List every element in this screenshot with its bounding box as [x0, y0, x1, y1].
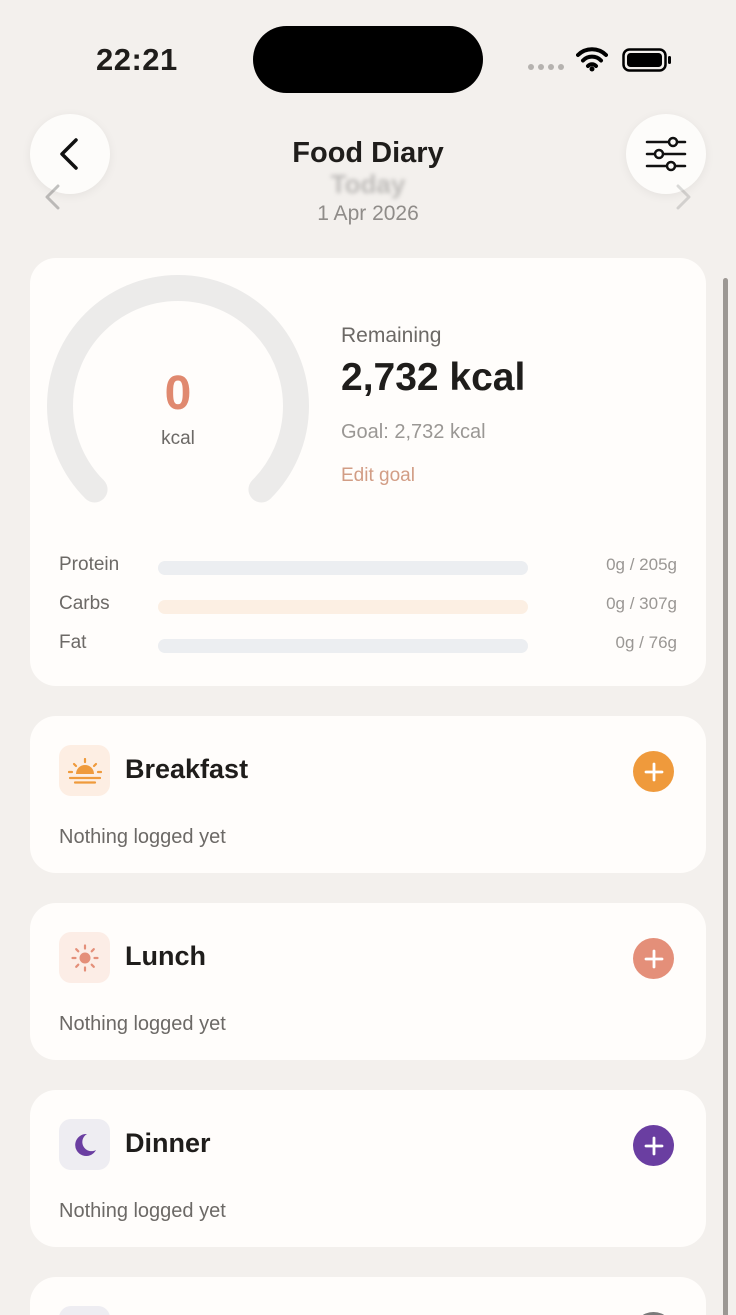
battery-icon [622, 48, 671, 72]
sliders-icon [645, 136, 687, 172]
protein-progress-bar [158, 561, 528, 575]
macro-amount: 0g / 307g [606, 594, 677, 613]
add-lunch-button[interactable] [633, 938, 674, 979]
moon-icon [74, 1133, 96, 1156]
meal-empty-text: Nothing logged yet [59, 1013, 226, 1035]
macro-row-protein: Protein 0g / 205g [59, 554, 677, 580]
plus-icon [644, 1136, 663, 1155]
calorie-goal-text: Goal: 2,732 kcal [341, 421, 486, 443]
macro-label: Protein [59, 554, 120, 575]
next-day-chevron-icon[interactable] [672, 182, 694, 212]
meal-name: Lunch [125, 941, 206, 971]
meal-card-breakfast: Breakfast Nothing logged yet [30, 716, 706, 873]
meal-name: Breakfast [125, 754, 249, 784]
add-breakfast-button[interactable] [633, 751, 674, 792]
cellular-signal-icon [528, 64, 564, 70]
meal-empty-text: Nothing logged yet [59, 826, 226, 848]
calories-unit-label: kcal [161, 428, 195, 449]
day-label: Today [330, 169, 406, 199]
meal-empty-text: Nothing logged yet [59, 1200, 226, 1222]
meal-icon-container [59, 1306, 110, 1315]
meal-card-lunch: Lunch Nothing logged yet [30, 903, 706, 1060]
meal-icon-container [59, 745, 110, 796]
scrollbar[interactable] [723, 278, 728, 1315]
remaining-label: Remaining [341, 324, 442, 347]
macro-row-fat: Fat 0g / 76g [59, 632, 677, 658]
meal-icon-container [59, 1119, 110, 1170]
status-time: 22:21 [96, 42, 178, 77]
macro-label: Carbs [59, 593, 110, 614]
meal-card-snacks-partial [30, 1277, 706, 1315]
meal-icon-container [59, 932, 110, 983]
meal-card-dinner: Dinner Nothing logged yet [30, 1090, 706, 1247]
fat-progress-bar [158, 639, 528, 653]
carbs-progress-bar [158, 600, 528, 614]
plus-icon [644, 762, 663, 781]
macro-label: Fat [59, 632, 87, 653]
edit-goal-link[interactable]: Edit goal [341, 465, 415, 487]
remaining-calories-value: 2,732 kcal [341, 356, 526, 399]
add-dinner-button[interactable] [633, 1125, 674, 1166]
macro-amount: 0g / 76g [615, 633, 677, 652]
macro-amount: 0g / 205g [606, 555, 677, 574]
plus-icon [644, 949, 663, 968]
meal-name: Dinner [125, 1128, 211, 1158]
calories-consumed-value: 0 [164, 367, 192, 420]
dynamic-island [253, 26, 483, 93]
macro-row-carbs: Carbs 0g / 307g [59, 593, 677, 619]
food-diary-screen: 22:21 Food Diary Today 1 Apr 2026 0 kcal… [0, 0, 736, 1315]
wifi-icon [576, 47, 608, 72]
calorie-summary-card: 0 kcal Remaining 2,732 kcal Goal: 2,732 … [30, 258, 706, 686]
sunrise-icon [67, 757, 102, 784]
date-label[interactable]: 1 Apr 2026 [0, 202, 736, 226]
sun-icon [70, 943, 99, 972]
